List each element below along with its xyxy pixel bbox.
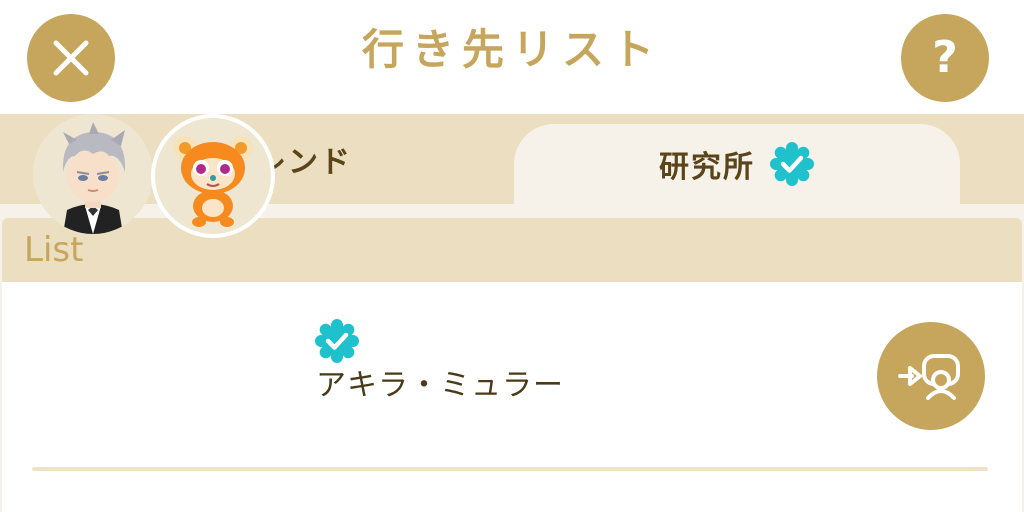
- tab-label: 研究所: [659, 150, 755, 185]
- destination-list-screen: 行き先リスト ? フレンド 研究所 List アキラ・ミュラー: [0, 0, 1024, 512]
- row-divider: [32, 467, 988, 471]
- verified-badge-icon: [770, 142, 814, 186]
- help-button[interactable]: ?: [901, 14, 989, 102]
- character-avatar: [33, 114, 153, 234]
- section-label: List: [24, 230, 84, 270]
- verified-badge-icon: [315, 319, 359, 363]
- visit-icon: [898, 354, 960, 400]
- visit-button[interactable]: [877, 322, 985, 430]
- section-header: List: [2, 218, 1022, 282]
- tab-laboratory[interactable]: 研究所: [514, 124, 960, 204]
- list-item-name: アキラ・ミュラー: [316, 368, 564, 403]
- content-panel: List: [0, 204, 1024, 512]
- help-icon: ?: [932, 32, 958, 83]
- pet-avatar: [151, 114, 275, 238]
- page-title: 行き先リスト: [361, 25, 662, 74]
- header: 行き先リスト ?: [0, 0, 1024, 114]
